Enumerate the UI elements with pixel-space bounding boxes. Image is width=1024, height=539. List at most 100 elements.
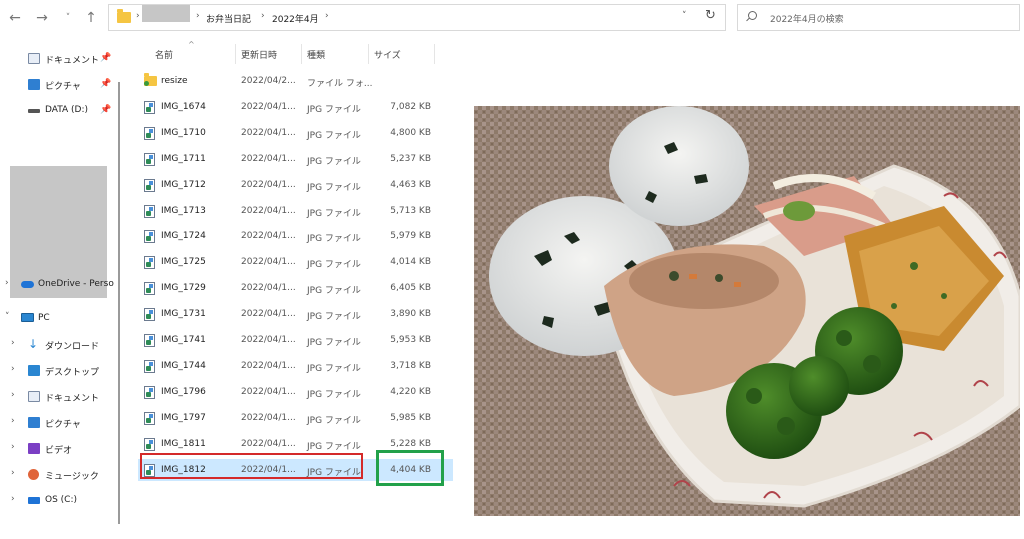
- folder-row[interactable]: resize 2022/04/2... ファイル フォ...: [138, 70, 453, 92]
- file-row[interactable]: IMG_1731 2022/04/1... JPG ファイル 3,890 KB: [138, 303, 453, 325]
- file-size: 4,014 KB: [390, 257, 431, 268]
- file-row[interactable]: IMG_1797 2022/04/1... JPG ファイル 5,985 KB: [138, 407, 453, 429]
- folder-icon: [144, 73, 157, 86]
- file-row[interactable]: IMG_1729 2022/04/1... JPG ファイル 6,405 KB: [138, 277, 453, 299]
- column-divider[interactable]: [235, 44, 236, 64]
- search-placeholder: 2022年4月の検索: [770, 15, 844, 25]
- breadcrumb-bento-diary[interactable]: お弁当日記: [206, 12, 251, 25]
- file-date: 2022/04/2...: [241, 76, 296, 86]
- chevron-right-icon: ›: [11, 442, 15, 452]
- file-size: 5,713 KB: [390, 205, 431, 216]
- sidebar-item-os-drive[interactable]: › OS (C:): [0, 490, 118, 512]
- file-row[interactable]: IMG_1744 2022/04/1... JPG ファイル 3,718 KB: [138, 355, 453, 377]
- file-name: IMG_1711: [161, 153, 206, 164]
- jpg-file-icon: [144, 256, 155, 270]
- file-date: 2022/04/1...: [241, 257, 296, 268]
- jpg-file-icon: [144, 334, 155, 347]
- file-type: JPG ファイル: [307, 415, 361, 426]
- sidebar-item-pc[interactable]: ˅ PC: [0, 308, 118, 330]
- sidebar-item-desktop[interactable]: › デスクトップ: [0, 360, 118, 382]
- chevron-right-icon: ›: [11, 390, 15, 400]
- column-header-date[interactable]: 更新日時: [241, 48, 277, 61]
- chevron-right-icon: ›: [5, 278, 9, 288]
- file-size: 4,800 KB: [390, 127, 431, 138]
- up-arrow-icon[interactable]: ↑: [82, 9, 100, 27]
- folder-icon: [117, 9, 131, 23]
- file-row[interactable]: IMG_1710 2022/04/1... JPG ファイル 4,800 KB: [138, 122, 453, 144]
- file-type: JPG ファイル: [307, 312, 361, 323]
- file-name: IMG_1710: [161, 127, 206, 138]
- document-icon: [28, 53, 40, 64]
- search-box[interactable]: 2022年4月の検索: [737, 4, 1020, 31]
- file-name: IMG_1674: [161, 101, 206, 112]
- file-row[interactable]: IMG_1674 2022/04/1... JPG ファイル 7,082 KB: [138, 96, 453, 118]
- sidebar-item-videos[interactable]: › ビデオ: [0, 438, 118, 460]
- file-size: 5,237 KB: [390, 153, 431, 164]
- address-dropdown-icon[interactable]: ˅: [682, 11, 687, 21]
- sidebar-item-music[interactable]: › ミュージック: [0, 464, 118, 486]
- file-date: 2022/04/1...: [241, 153, 296, 164]
- chevron-right-icon: ›: [11, 338, 15, 348]
- file-name: IMG_1811: [161, 438, 206, 449]
- file-type: JPG ファイル: [307, 208, 361, 219]
- sidebar-scrollbar[interactable]: [118, 82, 120, 524]
- file-type: ファイル フォ...: [307, 79, 373, 89]
- sidebar-item-documents-quick[interactable]: ドキュメント 📌: [0, 48, 118, 70]
- file-date: 2022/04/1...: [241, 101, 296, 112]
- sidebar-item-data-drive[interactable]: DATA (D:) 📌: [0, 100, 118, 122]
- file-row[interactable]: IMG_1712 2022/04/1... JPG ファイル 4,463 KB: [138, 174, 453, 196]
- file-name: IMG_1741: [161, 335, 206, 345]
- file-row[interactable]: IMG_1796 2022/04/1... JPG ファイル 4,220 KB: [138, 381, 453, 403]
- sidebar-item-pictures[interactable]: › ピクチャ: [0, 412, 118, 434]
- file-date: 2022/04/1...: [241, 386, 296, 397]
- file-name: IMG_1712: [161, 179, 206, 190]
- jpg-file-icon: [144, 282, 155, 296]
- file-type: JPG ファイル: [307, 130, 361, 141]
- sidebar-item-onedrive[interactable]: › OneDrive - Perso: [0, 274, 118, 296]
- column-divider[interactable]: [368, 44, 369, 64]
- sidebar-item-label: ビデオ: [45, 446, 73, 456]
- column-header-type[interactable]: 種類: [307, 48, 325, 61]
- file-row[interactable]: IMG_1713 2022/04/1... JPG ファイル 5,713 KB: [138, 200, 453, 222]
- column-header-size[interactable]: サイズ: [374, 48, 401, 61]
- file-row[interactable]: IMG_1724 2022/04/1... JPG ファイル 5,979 KB: [138, 225, 453, 247]
- file-size: 4,463 KB: [390, 179, 431, 190]
- file-size: 6,405 KB: [390, 283, 431, 294]
- sidebar-item-downloads[interactable]: › ↓ ダウンロード: [0, 334, 118, 356]
- jpg-file-icon: [144, 230, 155, 244]
- file-date: 2022/04/1...: [241, 205, 296, 216]
- file-size: 7,082 KB: [390, 101, 431, 112]
- refresh-icon[interactable]: ↻: [705, 8, 716, 23]
- chevron-right-icon: ›: [11, 494, 15, 504]
- file-type: JPG ファイル: [307, 182, 361, 193]
- column-divider[interactable]: [301, 44, 302, 64]
- file-row[interactable]: IMG_1741 2022/04/1... JPG ファイル 5,953 KB: [138, 329, 453, 351]
- file-row[interactable]: IMG_1711 2022/04/1... JPG ファイル 5,237 KB: [138, 148, 453, 170]
- back-arrow-icon[interactable]: ←: [6, 9, 24, 27]
- sort-ascending-icon: ^: [188, 40, 195, 49]
- download-icon: ↓: [28, 337, 39, 351]
- file-size: 3,718 KB: [390, 360, 431, 371]
- sidebar-item-label: DATA (D:): [45, 105, 89, 115]
- sidebar-item-label: ピクチャ: [45, 82, 81, 92]
- file-date: 2022/04/1...: [241, 309, 296, 320]
- redacted-breadcrumb: [142, 5, 190, 22]
- file-size: 5,228 KB: [390, 438, 431, 449]
- column-header-name[interactable]: 名前: [155, 48, 173, 61]
- breadcrumb-april-2022[interactable]: 2022年4月: [272, 12, 319, 25]
- recent-locations-icon[interactable]: ˅: [59, 9, 77, 27]
- file-type: JPG ファイル: [307, 338, 361, 348]
- jpg-file-icon: [144, 411, 155, 425]
- sidebar-item-label: ドキュメント: [45, 394, 100, 404]
- music-icon: [28, 469, 39, 480]
- sidebar-item-documents[interactable]: › ドキュメント: [0, 386, 118, 408]
- column-divider[interactable]: [434, 44, 435, 64]
- computer-icon: [21, 313, 34, 322]
- file-row[interactable]: IMG_1725 2022/04/1... JPG ファイル 4,014 KB: [138, 251, 453, 273]
- forward-arrow-icon[interactable]: →: [33, 9, 51, 27]
- address-bar[interactable]: › › お弁当日記 › 2022年4月 › ˅ ↻: [108, 4, 726, 31]
- sidebar-item-pictures-quick[interactable]: ピクチャ 📌: [0, 74, 118, 96]
- chevron-down-icon: ˅: [5, 312, 10, 322]
- jpg-file-icon: [144, 178, 155, 192]
- pictures-icon: [28, 417, 40, 428]
